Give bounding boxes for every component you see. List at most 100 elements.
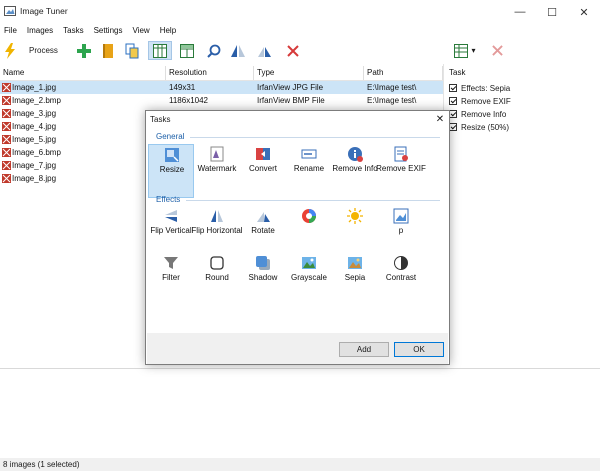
menu-settings[interactable]: Settings (89, 24, 128, 38)
tile-label: Remove EXIF (376, 164, 426, 173)
remove-exif-icon (394, 146, 408, 162)
lightning-icon (5, 42, 15, 59)
task-tile-rename[interactable]: Rename (286, 144, 332, 198)
rename-icon (301, 149, 317, 159)
task-tile-round[interactable]: Round (194, 253, 240, 307)
flip-icon (231, 44, 245, 57)
brightness-icon (347, 208, 363, 224)
effects-group-label: Effects (156, 195, 181, 204)
task-tile-crop[interactable]: p (378, 206, 424, 260)
cell-name: Image_5.jpg (12, 135, 57, 144)
checkbox[interactable] (449, 84, 457, 92)
plus-icon (77, 43, 91, 58)
dialog-footer: Add OK (147, 333, 448, 364)
task-panel-header: Task (449, 68, 466, 77)
details-view-button[interactable] (148, 41, 172, 60)
tasks-dialog: Tasks ✕ General Resize Watermark Convert Re… (145, 110, 450, 365)
task-tile-flip-horizontal[interactable]: Flip Horizontal (191, 206, 243, 260)
rotate-icon (257, 212, 270, 222)
broken-image-icon (2, 174, 11, 183)
broken-image-icon (2, 122, 11, 131)
status-bar: 8 images (1 selected) (0, 458, 600, 471)
search-icon (207, 44, 221, 58)
task-tile-filter[interactable]: Filter (148, 253, 194, 307)
copy-icon (125, 43, 139, 58)
app-icon (4, 6, 16, 16)
checkbox[interactable] (449, 97, 457, 105)
cell-name: Image_3.jpg (12, 109, 57, 118)
cell-path: E:\Image test\ (367, 96, 417, 105)
contrast-icon (394, 256, 408, 270)
flip-button[interactable] (228, 41, 248, 60)
rotate-button[interactable] (254, 41, 274, 60)
process-button[interactable]: Process (3, 41, 65, 60)
menu-file[interactable]: File (0, 24, 22, 38)
remove-task-button[interactable] (488, 41, 506, 60)
cell-type: IrfanView BMP File (257, 96, 325, 105)
watermark-icon (210, 146, 224, 162)
task-tile-flip-vertical[interactable]: Flip Vertical (148, 206, 194, 260)
filter-icon (164, 257, 178, 269)
checkbox[interactable] (449, 110, 457, 118)
thumbnails-view-button[interactable] (176, 41, 198, 60)
menu-help[interactable]: Help (155, 24, 181, 38)
thumbnail-view-icon (180, 43, 194, 58)
task-tile-watermark[interactable]: Watermark (194, 144, 240, 198)
preview-splitter[interactable] (0, 368, 600, 369)
task-tile-rotate[interactable]: Rotate (240, 206, 286, 260)
table-view-icon (454, 43, 469, 58)
task-tile-grayscale[interactable]: Grayscale (286, 253, 332, 307)
add-button[interactable]: Add (339, 342, 389, 357)
cell-name: Image_6.bmp (12, 148, 61, 157)
cell-resolution: 149x31 (169, 83, 196, 92)
group-divider (186, 200, 440, 201)
task-view-dropdown[interactable]: ▾ (449, 41, 481, 60)
minimize-button[interactable]: — (504, 0, 536, 24)
task-tile-convert[interactable]: Convert (240, 144, 286, 198)
column-header-name[interactable]: Name (0, 66, 166, 80)
column-header-resolution[interactable]: Resolution (166, 66, 254, 80)
cell-resolution: 1186x1042 (169, 96, 208, 105)
task-tile-shadow[interactable]: Shadow (240, 253, 286, 307)
task-tile-resize[interactable]: Resize (148, 144, 194, 198)
checkbox[interactable] (449, 123, 457, 131)
table-row[interactable]: Image_1.jpg 149x31 IrfanView JPG File E:\Im… (0, 81, 443, 94)
broken-image-icon (2, 83, 11, 92)
menu-images[interactable]: Images (22, 24, 58, 38)
table-row[interactable]: Image_2.bmp 1186x1042 IrfanView BMP File E:… (0, 94, 443, 107)
round-icon (210, 256, 224, 270)
sepia-icon (348, 257, 362, 269)
column-header-type[interactable]: Type (254, 66, 364, 80)
search-button[interactable] (204, 41, 224, 60)
add-folder-button[interactable] (98, 41, 118, 60)
menu-view[interactable]: View (127, 24, 154, 38)
close-icon (491, 45, 503, 56)
tile-label: Rotate (251, 226, 275, 235)
convert-icon (256, 148, 270, 160)
broken-image-icon (2, 109, 11, 118)
maximize-button[interactable]: ☐ (536, 0, 568, 24)
title-bar: Image Tuner — ☐ ✕ (0, 0, 600, 24)
window-title: Image Tuner (20, 6, 68, 16)
task-tile-contrast[interactable]: Contrast (378, 253, 424, 307)
task-tile-remove-exif[interactable]: Remove EXIF (376, 144, 426, 198)
task-tile-colors[interactable] (286, 206, 332, 260)
column-header-path[interactable]: Path (364, 66, 443, 80)
close-button[interactable]: ✕ (568, 0, 600, 24)
copy-button[interactable] (122, 41, 142, 60)
book-icon (103, 43, 113, 58)
cell-name: Image_7.jpg (12, 161, 57, 170)
task-tile-brightness[interactable] (332, 206, 378, 260)
cell-name: Image_4.jpg (12, 122, 57, 131)
dialog-close-button[interactable]: ✕ (433, 113, 447, 127)
tile-label: p (398, 226, 404, 235)
menu-tasks[interactable]: Tasks (58, 24, 88, 38)
task-tile-sepia[interactable]: Sepia (332, 253, 378, 307)
remove-button[interactable] (284, 41, 302, 60)
menu-bar: File Images Tasks Settings View Help (0, 24, 600, 38)
add-images-button[interactable] (74, 41, 94, 60)
cell-name: Image_1.jpg (12, 83, 57, 92)
ok-button[interactable]: OK (394, 342, 444, 357)
cell-name: Image_8.jpg (12, 174, 57, 183)
task-tile-remove-info[interactable]: Remove Info (332, 144, 378, 198)
